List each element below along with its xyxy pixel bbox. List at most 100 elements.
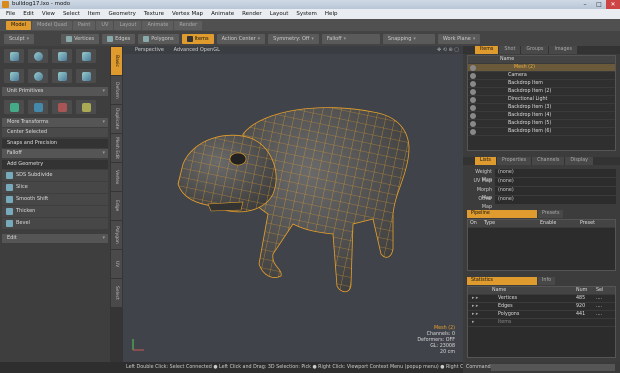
torus-tool-button[interactable] bbox=[28, 69, 48, 83]
sds-subdivide-button[interactable]: SDS Subdivide bbox=[2, 170, 108, 181]
item-row[interactable]: Mesh (2) bbox=[468, 64, 615, 72]
item-row[interactable]: Backdrop Item (2) bbox=[468, 88, 615, 96]
item-row[interactable]: Backdrop Item (5) bbox=[468, 120, 615, 128]
sculpt-button[interactable]: Sculpt ▾ bbox=[4, 33, 35, 44]
vtab-uv[interactable]: UV bbox=[111, 250, 122, 278]
tab-layout[interactable]: Layout bbox=[114, 20, 142, 30]
items-button[interactable]: Items bbox=[181, 33, 214, 44]
tab-lists[interactable]: Lists bbox=[475, 157, 496, 165]
menu-vertex-map[interactable]: Vertex Map bbox=[168, 11, 207, 17]
tab-paint[interactable]: Paint bbox=[72, 20, 96, 30]
tab-shot[interactable]: Shot bbox=[499, 46, 521, 54]
item-row[interactable]: Backdrop Item (6) bbox=[468, 128, 615, 136]
eye-icon[interactable] bbox=[470, 121, 476, 127]
eye-icon[interactable] bbox=[470, 105, 476, 111]
menu-edit[interactable]: Edit bbox=[19, 11, 38, 17]
tab-statistics[interactable]: Statistics bbox=[467, 277, 537, 285]
menu-view[interactable]: View bbox=[38, 11, 59, 17]
eye-icon[interactable] bbox=[470, 129, 476, 135]
symmetry-dropdown[interactable]: Symmetry: Off ▾ bbox=[268, 33, 319, 44]
weight-map-select[interactable]: (none) bbox=[495, 169, 616, 177]
menu-select[interactable]: Select bbox=[59, 11, 84, 17]
item-row[interactable]: Backdrop Item bbox=[468, 80, 615, 88]
smooth-shift-button[interactable]: Smooth Shift bbox=[2, 194, 108, 205]
tab-groups[interactable]: Groups bbox=[521, 46, 549, 54]
morph-map-select[interactable]: (none) bbox=[495, 187, 616, 195]
expand-icon[interactable]: ▸ ▸ bbox=[468, 295, 498, 302]
tab-info[interactable]: Info bbox=[538, 277, 556, 285]
bevel-button[interactable]: Bevel bbox=[2, 218, 108, 229]
vtab-select[interactable]: Select bbox=[111, 279, 122, 307]
expand-icon[interactable]: ▸ bbox=[468, 319, 498, 326]
tab-pipeline[interactable]: Pipeline bbox=[467, 210, 537, 218]
tab-display[interactable]: Display bbox=[565, 157, 594, 165]
expand-icon[interactable]: ▸ ▸ bbox=[468, 303, 498, 310]
edges-button[interactable]: Edges bbox=[102, 33, 136, 44]
item-row[interactable]: Backdrop Item (3) bbox=[468, 104, 615, 112]
tab-animate[interactable]: Animate bbox=[142, 20, 174, 30]
center-selected-button[interactable]: Center Selected bbox=[2, 128, 108, 137]
sphere-tool-button[interactable] bbox=[28, 49, 48, 63]
menu-item[interactable]: Item bbox=[84, 11, 105, 17]
menu-file[interactable]: File bbox=[2, 11, 19, 17]
tab-model[interactable]: Model bbox=[6, 20, 32, 30]
other-map-select[interactable]: (none) bbox=[495, 196, 616, 204]
3d-viewport[interactable]: Perspective Advanced OpenGL ✥ ⟲ ⊕ ▢ Mesh… bbox=[123, 46, 463, 362]
action-center-dropdown[interactable]: Action Center ▾ bbox=[216, 33, 266, 44]
tab-model-quad[interactable]: Model Quad bbox=[32, 20, 72, 30]
eye-icon[interactable] bbox=[470, 97, 476, 103]
menu-system[interactable]: System bbox=[292, 11, 321, 17]
pen-tool-button[interactable] bbox=[76, 69, 96, 83]
plane-tool-button[interactable] bbox=[52, 69, 72, 83]
command-input[interactable] bbox=[491, 364, 615, 371]
rotate-tool-button[interactable] bbox=[28, 100, 48, 114]
vtab-deform[interactable]: Deform bbox=[111, 76, 122, 104]
eye-icon[interactable] bbox=[470, 81, 476, 87]
vtab-basic[interactable]: Basic bbox=[111, 47, 122, 75]
item-row[interactable]: Directional Light bbox=[468, 96, 615, 104]
slice-button[interactable]: Slice bbox=[2, 182, 108, 193]
close-button[interactable]: ✕ bbox=[606, 0, 620, 9]
expand-icon[interactable]: ▸ ▸ bbox=[468, 311, 498, 318]
cube-tool-button[interactable] bbox=[4, 49, 24, 63]
scale-tool-button[interactable] bbox=[52, 100, 72, 114]
capsule-tool-button[interactable] bbox=[4, 69, 24, 83]
menu-layout[interactable]: Layout bbox=[266, 11, 293, 17]
thicken-button[interactable]: Thicken bbox=[2, 206, 108, 217]
table-row[interactable]: ▸ Items bbox=[468, 319, 615, 327]
menu-render[interactable]: Render bbox=[238, 11, 266, 17]
snapping-dropdown[interactable]: Snapping ▾ bbox=[382, 33, 435, 44]
tab-render[interactable]: Render bbox=[174, 20, 203, 30]
viewport-nav-icons[interactable]: ✥ ⟲ ⊕ ▢ bbox=[437, 46, 459, 54]
more-transforms-dropdown[interactable]: More Transforms bbox=[2, 118, 108, 127]
table-row[interactable]: ▸ ▸ Polygons 441.... bbox=[468, 311, 615, 319]
item-row[interactable]: Camera bbox=[468, 72, 615, 80]
tab-uv[interactable]: UV bbox=[96, 20, 114, 30]
cylinder-tool-button[interactable] bbox=[52, 49, 72, 63]
view-type-dropdown[interactable]: Perspective bbox=[135, 47, 164, 53]
vtab-polygon[interactable]: Polygon bbox=[111, 221, 122, 249]
shading-dropdown[interactable]: Advanced OpenGL bbox=[174, 47, 220, 53]
eye-icon[interactable] bbox=[470, 65, 476, 71]
menu-texture[interactable]: Texture bbox=[140, 11, 168, 17]
table-row[interactable]: ▸ ▸ Edges 920.... bbox=[468, 303, 615, 311]
tab-items[interactable]: Items bbox=[475, 46, 499, 54]
tab-channels[interactable]: Channels bbox=[532, 157, 565, 165]
menu-geometry[interactable]: Geometry bbox=[104, 11, 139, 17]
cone-tool-button[interactable] bbox=[76, 49, 96, 63]
vertices-button[interactable]: Vertices bbox=[61, 33, 100, 44]
vtab-duplicate[interactable]: Duplicate bbox=[111, 105, 122, 133]
eye-icon[interactable] bbox=[470, 89, 476, 95]
tab-images[interactable]: Images bbox=[549, 46, 577, 54]
edit-dropdown[interactable]: Edit bbox=[2, 234, 108, 243]
falloff-dropdown-left[interactable]: Falloff bbox=[2, 149, 108, 158]
vtab-vertex[interactable]: Vertex bbox=[111, 163, 122, 191]
maximize-button[interactable]: □ bbox=[592, 0, 606, 9]
table-row[interactable]: ▸ ▸ Vertices 485.... bbox=[468, 295, 615, 303]
item-row[interactable]: Backdrop Item (4) bbox=[468, 112, 615, 120]
minimize-button[interactable]: – bbox=[578, 0, 592, 9]
vtab-edge[interactable]: Edge bbox=[111, 192, 122, 220]
eye-icon[interactable] bbox=[470, 113, 476, 119]
eye-icon[interactable] bbox=[470, 73, 476, 79]
falloff-dropdown[interactable]: Falloff ▾ bbox=[321, 33, 380, 44]
